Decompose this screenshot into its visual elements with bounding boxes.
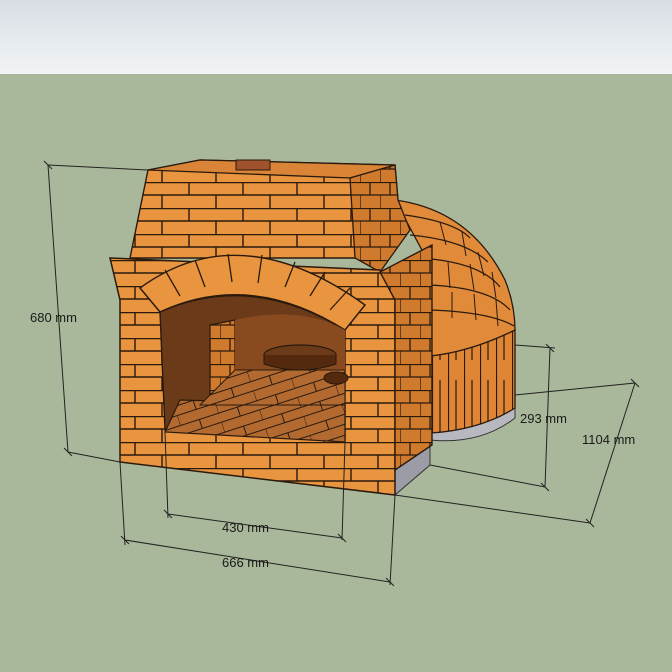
inner-width-dimension-label: 430 mm: [222, 520, 269, 535]
oven-model: 680 mm 430 mm 666 mm 293 mm 1104 mm: [30, 159, 640, 587]
oven-opening: [159, 294, 349, 443]
depth-dimension-label: 1104 mm: [582, 432, 635, 447]
front-width-dimension-label: 666 mm: [222, 555, 269, 570]
viewport: 680 mm 430 mm 666 mm 293 mm 1104 mm: [0, 0, 672, 672]
dome-wall-height-dimension-label: 293 mm: [520, 411, 567, 426]
height-dimension-label: 680 mm: [30, 310, 77, 325]
chimney-block: [129, 159, 411, 273]
